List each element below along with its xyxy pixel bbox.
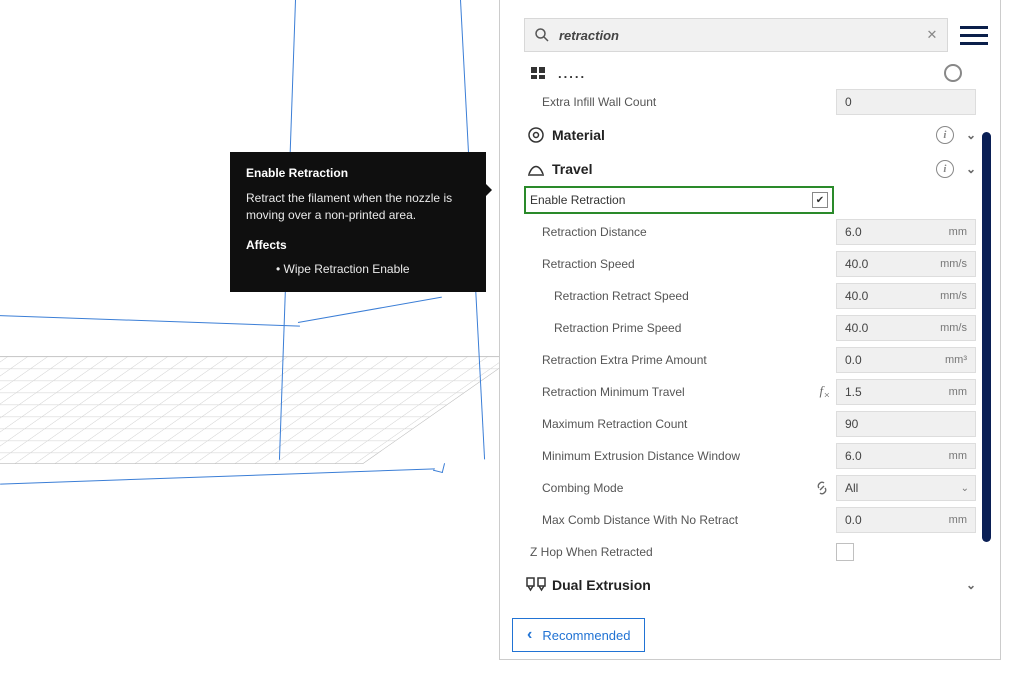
setting-label: Retraction Minimum Travel [524, 385, 814, 399]
ellipsis-icon: ..... [558, 66, 944, 81]
setting-label: Retraction Extra Prime Amount [524, 353, 836, 367]
chevron-down-icon: ⌄ [961, 483, 969, 494]
collapsed-section-header[interactable]: ..... [524, 62, 976, 86]
setting-value-input[interactable]: 40.0 mm/s [836, 251, 976, 277]
travel-icon [524, 160, 548, 178]
dual-extrusion-icon [524, 577, 548, 593]
tooltip-title: Enable Retraction [246, 166, 470, 180]
setting-value-input[interactable]: 0.0 mm³ [836, 347, 976, 373]
build-plate-corner [433, 461, 445, 473]
function-icon[interactable]: f× [814, 383, 836, 402]
setting-min-extrusion-window: Minimum Extrusion Distance Window 6.0 mm [524, 440, 976, 472]
link-icon[interactable] [814, 480, 836, 496]
setting-label: Max Comb Distance With No Retract [524, 513, 836, 527]
search-box[interactable]: ✕ [524, 18, 948, 52]
settings-panel: ✕ ..... Extra Infill Wall Count 0 Materi… [499, 0, 1001, 660]
setting-value-input[interactable]: 0.0 mm [836, 507, 976, 533]
tooltip-description: Retract the filament when the nozzle is … [246, 190, 470, 224]
combing-mode-select[interactable]: All ⌄ [836, 475, 976, 501]
build-plate-edge [298, 297, 442, 323]
chevron-down-icon[interactable]: ⌄ [966, 128, 976, 142]
setting-value-input[interactable]: 6.0 mm [836, 443, 976, 469]
info-icon[interactable]: i [936, 160, 954, 178]
enable-retraction-checkbox[interactable]: ✔ [812, 192, 828, 208]
search-icon [525, 27, 559, 43]
setting-max-comb-distance: Max Comb Distance With No Retract 0.0 mm [524, 504, 976, 536]
setting-label: Minimum Extrusion Distance Window [524, 449, 836, 463]
setting-value-input[interactable]: 1.5 mm [836, 379, 976, 405]
build-plate-viewport[interactable] [0, 0, 500, 694]
setting-retraction-retract-speed: Retraction Retract Speed 40.0 mm/s [524, 280, 976, 312]
setting-label: Retraction Prime Speed [524, 321, 836, 335]
setting-label: Combing Mode [524, 481, 814, 495]
setting-retraction-min-travel: Retraction Minimum Travel f× 1.5 mm [524, 376, 976, 408]
tooltip-affects-item: • Wipe Retraction Enable [276, 262, 470, 276]
setting-label: Maximum Retraction Count [524, 417, 836, 431]
hamburger-menu-button[interactable] [960, 26, 988, 45]
build-plate-edge [0, 468, 435, 484]
z-hop-checkbox[interactable] [836, 543, 854, 561]
setting-z-hop: Z Hop When Retracted [524, 536, 976, 568]
setting-retraction-extra-prime: Retraction Extra Prime Amount 0.0 mm³ [524, 344, 976, 376]
reset-icon[interactable] [944, 64, 962, 82]
setting-tooltip: Enable Retraction Retract the filament w… [230, 152, 486, 292]
info-icon[interactable]: i [936, 126, 954, 144]
setting-combing-mode: Combing Mode All ⌄ [524, 472, 976, 504]
recommended-button[interactable]: ‹ Recommended [512, 618, 645, 652]
setting-label: Z Hop When Retracted [524, 545, 836, 559]
build-plate-grid [0, 356, 517, 464]
chevron-down-icon[interactable]: ⌄ [966, 578, 976, 592]
setting-retraction-distance: Retraction Distance 6.0 mm [524, 216, 976, 248]
build-plate-edge [0, 314, 300, 326]
setting-value-input[interactable]: 90 [836, 411, 976, 437]
setting-enable-retraction[interactable]: Enable Retraction ✔ [524, 186, 834, 214]
setting-label: Enable Retraction [530, 193, 625, 207]
setting-retraction-speed: Retraction Speed 40.0 mm/s [524, 248, 976, 280]
section-travel[interactable]: Travel i ⌄ [524, 152, 976, 186]
setting-value-input[interactable]: 40.0 mm/s [836, 315, 976, 341]
setting-value-input[interactable]: 6.0 mm [836, 219, 976, 245]
section-dual-extrusion[interactable]: Dual Extrusion ⌄ [524, 568, 976, 602]
setting-value-input[interactable]: 40.0 mm/s [836, 283, 976, 309]
setting-label: Extra Infill Wall Count [524, 95, 836, 109]
setting-label: Retraction Retract Speed [524, 289, 836, 303]
panel-scrollbar[interactable] [982, 132, 991, 542]
chevron-down-icon[interactable]: ⌄ [966, 162, 976, 176]
setting-value-input[interactable]: 0 [836, 89, 976, 115]
setting-max-retraction-count: Maximum Retraction Count 90 [524, 408, 976, 440]
chevron-left-icon: ‹ [527, 626, 532, 644]
setting-label: Retraction Speed [524, 257, 836, 271]
section-material[interactable]: Material i ⌄ [524, 118, 976, 152]
setting-label: Retraction Distance [524, 225, 836, 239]
setting-retraction-prime-speed: Retraction Prime Speed 40.0 mm/s [524, 312, 976, 344]
tooltip-affects-label: Affects [246, 238, 470, 252]
search-input[interactable] [559, 28, 917, 43]
clear-search-icon[interactable]: ✕ [917, 27, 947, 43]
material-icon [524, 126, 548, 144]
setting-extra-infill-wall: Extra Infill Wall Count 0 [524, 86, 976, 118]
